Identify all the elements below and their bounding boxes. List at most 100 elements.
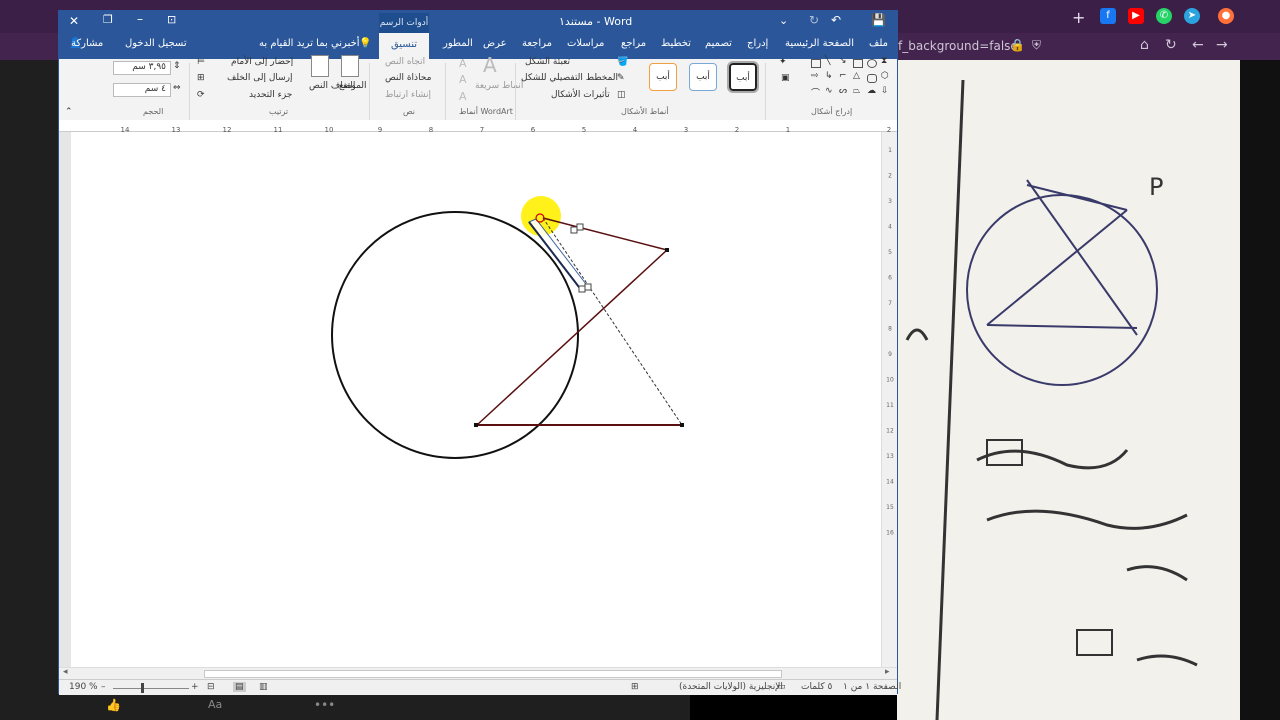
resize-handle[interactable] — [584, 283, 592, 291]
zoom-slider-thumb[interactable] — [141, 683, 144, 693]
tell-me-search[interactable]: أخبرني بما تريد القيام به — [259, 38, 360, 49]
tab-developer[interactable]: المطور — [443, 38, 473, 49]
telegram-icon[interactable]: ➤ — [1184, 8, 1200, 24]
horizontal-scrollbar[interactable]: ◂ ▸ — [59, 667, 897, 679]
horizontal-ruler[interactable]: 2 1 2 3 4 5 6 7 8 9 10 11 12 13 14 — [59, 120, 897, 134]
restore-icon[interactable]: ❐ — [103, 13, 113, 26]
position-button[interactable]: الموضع — [339, 81, 367, 91]
bring-forward-button[interactable]: إحضار إلى الأمام — [231, 57, 293, 67]
resize-handle[interactable] — [570, 226, 578, 234]
tab-layout[interactable]: تخطيط — [661, 38, 691, 49]
page-count[interactable]: الصفحة ١ من ١ — [843, 682, 901, 692]
zoom-out-icon[interactable]: – — [101, 682, 106, 692]
tab-review[interactable]: مراجعة — [522, 38, 552, 49]
save-icon[interactable]: 💾 — [871, 13, 886, 27]
edit-shape-icon[interactable]: ✦ — [779, 57, 787, 67]
horizontal-scroll-thumb[interactable] — [204, 670, 782, 678]
back-icon[interactable]: ← — [1192, 37, 1204, 53]
create-link-button[interactable]: إنشاء ارتباط — [385, 90, 431, 100]
wrap-text-icon[interactable] — [311, 55, 329, 77]
shape-style-black[interactable]: أبب — [727, 61, 759, 93]
scroll-right-icon[interactable]: ▸ — [885, 667, 890, 677]
tab-references[interactable]: مراجع — [621, 38, 646, 49]
rotate-icon[interactable]: ⟳ — [197, 90, 205, 100]
selection-pane-button[interactable]: جزء التحديد — [249, 90, 292, 100]
align-icon[interactable]: ⊨ — [197, 57, 205, 67]
shape-style-blue[interactable]: أبب — [689, 63, 717, 91]
group-icon[interactable]: ⊞ — [197, 73, 205, 83]
document-page[interactable] — [71, 132, 881, 667]
endpoint-handle[interactable] — [665, 248, 669, 252]
home-icon[interactable]: ⌂ — [1140, 37, 1149, 53]
text-outline-icon[interactable]: A — [459, 73, 467, 86]
endpoint-handle[interactable] — [474, 423, 478, 427]
scroll-left-icon[interactable]: ◂ — [63, 667, 68, 677]
close-icon[interactable]: ✕ — [69, 14, 79, 28]
zoom-in-icon[interactable]: + — [191, 682, 199, 692]
tab-mailings[interactable]: مراسلات — [567, 38, 604, 49]
circle-shape[interactable] — [331, 211, 579, 459]
youtube-icon[interactable]: ▶ — [1128, 8, 1144, 24]
new-tab-icon[interactable]: + — [1072, 8, 1085, 27]
macro-icon[interactable]: ⊞ — [631, 682, 639, 692]
zoom-level[interactable]: 190 % — [69, 682, 98, 692]
qat-customize-icon[interactable]: ⌄ — [779, 14, 788, 27]
text-box-icon[interactable]: ▣ — [781, 73, 790, 83]
text-effects-icon[interactable]: A — [459, 90, 467, 103]
tab-insert[interactable]: إدراج — [747, 38, 768, 49]
text-direction-button[interactable]: اتجاه النص — [385, 57, 425, 67]
hourglass-shape-icon[interactable]: ⧗ — [881, 56, 887, 66]
shape-height-input[interactable]: ٣,٩٥ سم — [113, 61, 171, 75]
tab-file[interactable]: ملف — [869, 38, 888, 49]
quick-styles-button[interactable]: أنماط سريعة — [475, 81, 523, 91]
like-icon[interactable]: 👍 — [106, 698, 121, 712]
print-layout-icon[interactable]: ▤ — [233, 682, 246, 692]
resize-handle[interactable] — [578, 285, 586, 293]
right-arrow-shape-icon[interactable]: ⇨ — [811, 71, 819, 81]
triangle-shape-icon[interactable]: △ — [853, 71, 860, 81]
ribbon-display-icon[interactable]: ⊡ — [167, 13, 176, 26]
tab-format[interactable]: تنسيق — [379, 33, 429, 59]
arrow-shape-icon[interactable]: ↘ — [839, 56, 847, 66]
cloud-shape-icon[interactable]: ☁ — [867, 86, 876, 96]
resize-handle[interactable] — [576, 223, 584, 231]
word-count[interactable]: ٥ كلمات — [801, 682, 832, 692]
more-icon[interactable]: ••• — [314, 698, 335, 712]
vertical-scrollbar[interactable]: 1 2 3 4 5 6 7 8 9 10 11 12 13 14 15 16 — [881, 132, 897, 667]
shape-outline-button[interactable]: المخطط التفصيلي للشكل — [521, 73, 618, 83]
arc-shape-icon[interactable]: ⌒ — [811, 86, 820, 99]
align-text-button[interactable]: محاذاة النص — [385, 73, 431, 83]
shape-width-input[interactable]: ٤ سم — [113, 83, 171, 97]
rectangle-shape-icon[interactable] — [811, 59, 821, 68]
elbow-connector-icon[interactable]: ↳ — [825, 71, 833, 81]
facebook-icon[interactable]: f — [1100, 8, 1116, 24]
collapse-ribbon-icon[interactable]: ⌃ — [65, 107, 73, 117]
freeform-shape-icon[interactable]: ᔕ — [839, 86, 847, 96]
shape-fill-button[interactable]: تعبئة الشكل — [525, 57, 570, 67]
tab-design[interactable]: تصميم — [705, 38, 732, 49]
trapezoid-shape-icon[interactable]: ⏢ — [853, 86, 860, 96]
font-icon[interactable]: Aa — [208, 698, 222, 711]
web-layout-icon[interactable]: ⊟ — [207, 682, 215, 692]
proofing-icon[interactable]: ▭ — [777, 682, 786, 692]
firefox-icon[interactable]: ● — [1218, 8, 1234, 24]
line-shape-icon[interactable]: ╲ — [825, 56, 830, 66]
endpoint-handle[interactable] — [680, 423, 684, 427]
sign-in-link[interactable]: تسجيل الدخول — [125, 38, 187, 49]
tab-view[interactable]: عرض — [483, 38, 507, 49]
whatsapp-icon[interactable]: ✆ — [1156, 8, 1172, 24]
zoom-slider[interactable] — [113, 688, 189, 689]
address-text[interactable]: f_background=false — [898, 39, 1018, 53]
reload-icon[interactable]: ↻ — [1165, 37, 1177, 53]
elbow-connector2-icon[interactable]: ⌐ — [839, 71, 847, 81]
shape-style-orange[interactable]: أبب — [649, 63, 677, 91]
oval-shape-icon[interactable] — [867, 59, 877, 68]
down-arrow-shape-icon[interactable]: ⇩ — [881, 86, 889, 96]
position-icon[interactable] — [341, 55, 359, 77]
share-button[interactable]: مشاركة — [71, 38, 103, 49]
shape-effects-button[interactable]: تأثيرات الأشكال — [551, 90, 610, 100]
redo-icon[interactable]: ↻ — [809, 13, 819, 27]
send-backward-button[interactable]: إرسال إلى الخلف — [227, 73, 292, 83]
forward-icon[interactable]: → — [1216, 37, 1228, 53]
octagon-shape-icon[interactable]: ⬡ — [881, 71, 889, 81]
